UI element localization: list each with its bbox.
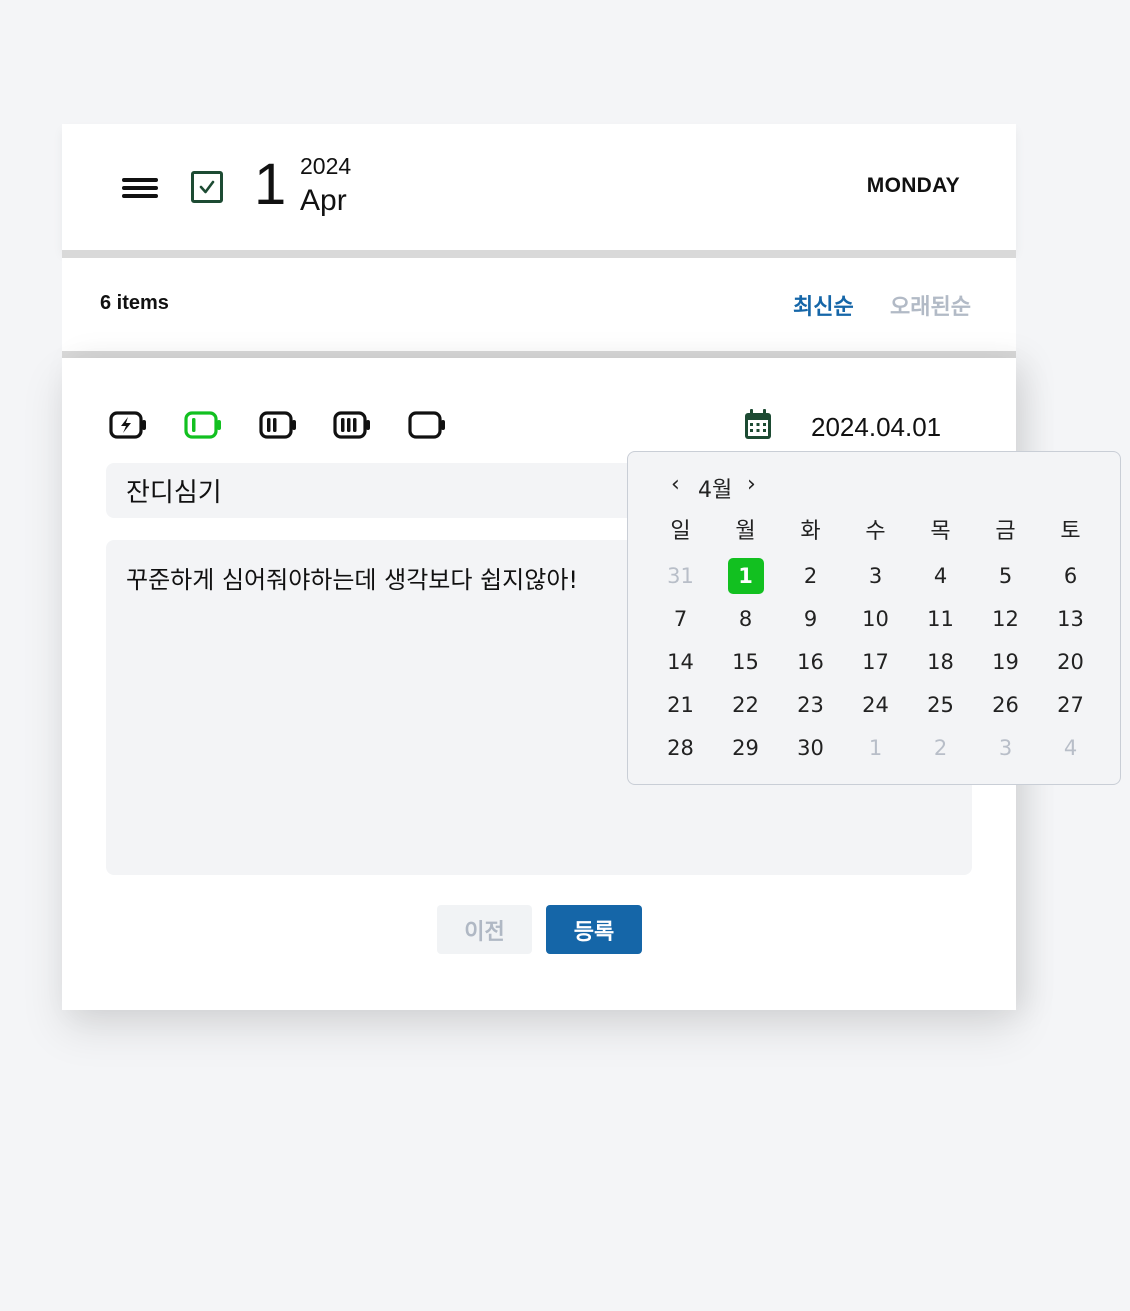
prev-month-icon[interactable]: ‹ <box>671 472 680 497</box>
sort-newest-button[interactable]: 최신순 <box>793 289 854 321</box>
weekday-label: 화 <box>800 519 821 544</box>
calendar-day[interactable]: 3 <box>843 555 908 598</box>
day-number: 1 <box>254 152 287 217</box>
date-picker-popup: ‹ 4월 › 일 월 화 수 목 금 토 31 1 2 3 4 5 6 7 8 9 10 11 12 13 14 15 16 1… <box>627 451 1121 785</box>
weekday-header-row: 일월화수목금토 <box>648 512 1113 555</box>
battery-full-icon[interactable] <box>333 410 373 440</box>
calendar-day[interactable]: 23 <box>778 684 843 727</box>
submit-button[interactable]: 등록 <box>546 905 642 954</box>
calendar-day-selected[interactable]: 1 <box>713 555 778 598</box>
calendar-day[interactable]: 16 <box>778 641 843 684</box>
calendar-day[interactable]: 27 <box>1038 684 1103 727</box>
date-header: 1 2024 Apr MONDAY <box>62 124 1016 250</box>
calendar-day[interactable]: 6 <box>1038 555 1103 598</box>
calendar-month-label: 4월 <box>698 478 733 503</box>
checkbox-icon[interactable] <box>191 171 223 203</box>
battery-empty-icon[interactable] <box>408 410 448 440</box>
calendar-day[interactable]: 10 <box>843 598 908 641</box>
calendar-day[interactable]: 26 <box>973 684 1038 727</box>
weekday-label: 일 <box>670 519 691 544</box>
calendar-day[interactable]: 9 <box>778 598 843 641</box>
calendar-week-row: 31 1 2 3 4 5 6 <box>648 555 1113 598</box>
calendar-day[interactable]: 2 <box>908 727 973 770</box>
calendar-day[interactable]: 4 <box>908 555 973 598</box>
weekday-label: 토 <box>1060 519 1081 544</box>
calendar-day[interactable]: 12 <box>973 598 1038 641</box>
calendar-day[interactable]: 4 <box>1038 727 1103 770</box>
calendar-day[interactable]: 8 <box>713 598 778 641</box>
weekday-label: 금 <box>995 519 1016 544</box>
calendar-week-row: 14 15 16 17 18 19 20 <box>648 641 1113 684</box>
calendar-day[interactable]: 31 <box>648 555 713 598</box>
calendar-day[interactable]: 24 <box>843 684 908 727</box>
calendar-day[interactable]: 29 <box>713 727 778 770</box>
weekday-label: 월 <box>735 519 756 544</box>
calendar-icon[interactable] <box>743 408 773 441</box>
calendar-week-row: 21 22 23 24 25 26 27 <box>648 684 1113 727</box>
calendar-day[interactable]: 25 <box>908 684 973 727</box>
calendar-day[interactable]: 30 <box>778 727 843 770</box>
calendar-week-row: 7 8 9 10 11 12 13 <box>648 598 1113 641</box>
prev-button[interactable]: 이전 <box>437 905 532 954</box>
selected-day-badge: 1 <box>727 558 764 594</box>
list-bar: 6 items 최신순 오래된순 <box>62 258 1016 351</box>
calendar-day[interactable]: 20 <box>1038 641 1103 684</box>
calendar-day[interactable]: 11 <box>908 598 973 641</box>
calendar-week-row: 28 29 30 1 2 3 4 <box>648 727 1113 770</box>
month-label: Apr <box>300 184 347 217</box>
battery-medium-icon[interactable] <box>259 410 299 440</box>
calendar-day[interactable]: 15 <box>713 641 778 684</box>
year-label: 2024 <box>300 153 352 179</box>
next-month-icon[interactable]: › <box>747 472 756 497</box>
calendar-day[interactable]: 17 <box>843 641 908 684</box>
calendar-day[interactable]: 5 <box>973 555 1038 598</box>
calendar-day[interactable]: 21 <box>648 684 713 727</box>
calendar-day[interactable]: 7 <box>648 598 713 641</box>
calendar-day[interactable]: 18 <box>908 641 973 684</box>
calendar-day[interactable]: 22 <box>713 684 778 727</box>
calendar-day[interactable]: 13 <box>1038 598 1103 641</box>
calendar-day[interactable]: 28 <box>648 727 713 770</box>
calendar-grid: 일 월 화 수 목 금 토 31 1 2 3 4 5 6 7 8 9 10 11 12 13 14 15 16 17 18 19 20… <box>648 512 1113 770</box>
weekday-label: 수 <box>865 519 886 544</box>
battery-low-icon[interactable] <box>184 410 224 440</box>
calendar-day[interactable]: 2 <box>778 555 843 598</box>
weekday-label: MONDAY <box>866 174 960 197</box>
divider <box>62 250 1016 258</box>
weekday-label: 목 <box>930 519 951 544</box>
battery-charging-icon[interactable] <box>109 410 149 440</box>
calendar-day[interactable]: 3 <box>973 727 1038 770</box>
calendar-day[interactable]: 14 <box>648 641 713 684</box>
calendar-day[interactable]: 19 <box>973 641 1038 684</box>
date-field[interactable]: 2024.04.01 <box>811 412 941 443</box>
menu-icon[interactable] <box>122 178 158 198</box>
sort-oldest-button[interactable]: 오래된순 <box>890 289 971 321</box>
calendar-day[interactable]: 1 <box>843 727 908 770</box>
item-count: 6 items <box>100 292 169 314</box>
